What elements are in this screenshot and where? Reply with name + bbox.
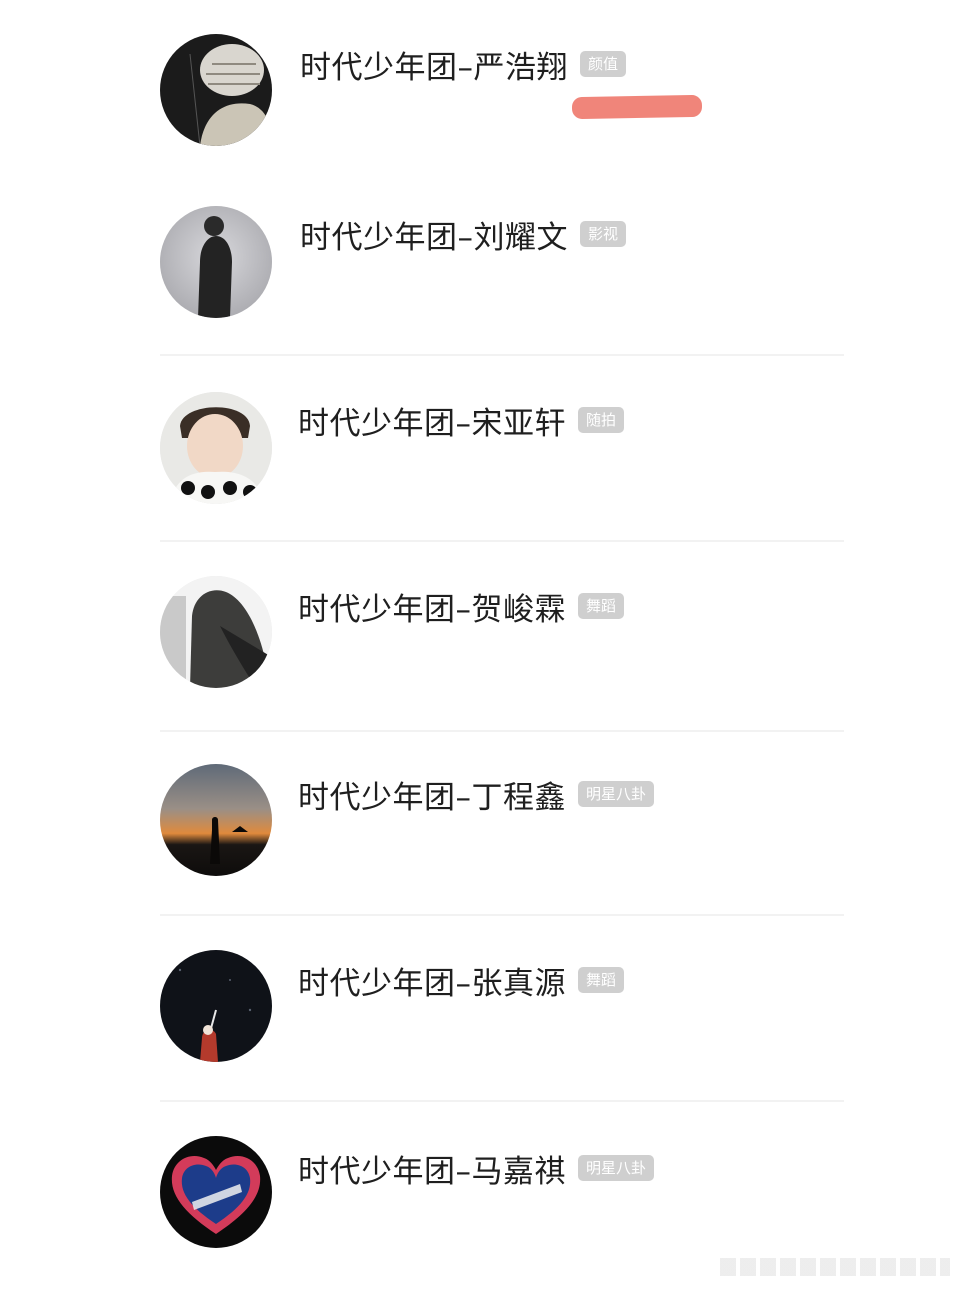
list-item[interactable]: 时代少年团–张真源 舞蹈 (160, 950, 844, 1130)
account-name[interactable]: 时代少年团–丁程鑫 (298, 772, 566, 817)
title-line: 时代少年团–贺峻霖 舞蹈 (298, 584, 625, 629)
category-tag: 随拍 (578, 407, 625, 433)
account-list: 时代少年团–严浩翔 颜值 时代少年团–刘耀文 影视 时代少年团–宋亚轩 随拍 时… (0, 0, 960, 1282)
avatar[interactable] (160, 392, 272, 504)
avatar[interactable] (160, 950, 272, 1062)
divider (160, 1100, 844, 1102)
title-line: 时代少年团–宋亚轩 随拍 (298, 398, 625, 443)
divider (160, 540, 844, 542)
avatar-photo-icon (160, 950, 272, 1062)
account-name[interactable]: 时代少年团–张真源 (298, 958, 566, 1003)
avatar[interactable] (160, 764, 272, 876)
avatar[interactable] (160, 34, 272, 146)
category-tag: 明星八卦 (578, 781, 655, 807)
avatar-photo-icon (160, 392, 272, 504)
list-item[interactable]: 时代少年团–贺峻霖 舞蹈 (160, 576, 844, 756)
avatar[interactable] (160, 576, 272, 688)
title-line: 时代少年团–丁程鑫 明星八卦 (298, 772, 655, 817)
category-tag: 舞蹈 (578, 593, 625, 619)
avatar[interactable] (160, 1136, 272, 1248)
highlight-mark (571, 94, 703, 120)
avatar-photo-icon (160, 34, 272, 146)
list-item[interactable]: 时代少年团–严浩翔 颜值 (160, 34, 844, 214)
title-line: 时代少年团–马嘉祺 明星八卦 (298, 1146, 655, 1191)
list-item[interactable]: 时代少年团–刘耀文 影视 (160, 206, 844, 386)
avatar-photo-icon (160, 764, 272, 876)
account-name[interactable]: 时代少年团–贺峻霖 (298, 584, 566, 629)
avatar-photo-icon (160, 1136, 272, 1248)
title-line: 时代少年团–刘耀文 影视 (300, 212, 627, 257)
list-item[interactable]: 时代少年团–宋亚轩 随拍 (160, 392, 844, 572)
divider (160, 730, 844, 732)
account-name[interactable]: 时代少年团–严浩翔 (300, 42, 568, 87)
divider (160, 354, 844, 356)
title-line: 时代少年团–严浩翔 颜值 (300, 42, 627, 87)
title-line: 时代少年团–张真源 舞蹈 (298, 958, 625, 1003)
category-tag: 影视 (580, 221, 627, 247)
category-tag: 舞蹈 (578, 967, 625, 993)
category-tag: 明星八卦 (578, 1155, 655, 1181)
avatar-photo-icon (160, 206, 272, 318)
account-name[interactable]: 时代少年团–宋亚轩 (298, 398, 566, 443)
divider (160, 914, 844, 916)
category-tag: 颜值 (580, 51, 627, 77)
avatar[interactable] (160, 206, 272, 318)
list-item[interactable]: 时代少年团–丁程鑫 明星八卦 (160, 764, 844, 944)
list-item[interactable]: 时代少年团–马嘉祺 明星八卦 (160, 1136, 844, 1316)
watermark (720, 1258, 950, 1276)
account-name[interactable]: 时代少年团–刘耀文 (300, 212, 568, 257)
avatar-photo-icon (160, 576, 272, 688)
account-name[interactable]: 时代少年团–马嘉祺 (298, 1146, 566, 1191)
